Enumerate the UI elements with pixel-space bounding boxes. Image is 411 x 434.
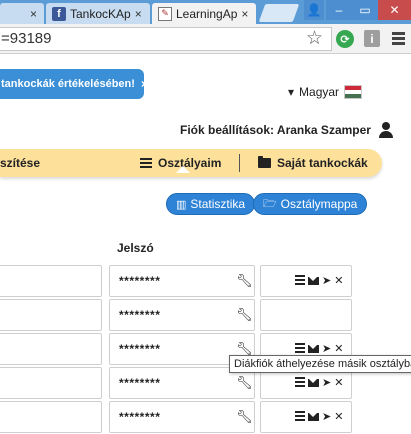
tab-partial[interactable]: ×: [0, 3, 44, 24]
folder-open-icon: 🗁: [263, 197, 277, 210]
profile-icon[interactable]: 👤: [304, 0, 324, 20]
mail-icon[interactable]: [308, 412, 319, 421]
password-cell: ******** 🔧︎: [109, 265, 255, 297]
page-content: tankockák értékelésében! × ▾ Magyar Fiók…: [0, 55, 411, 434]
list-icon: [140, 158, 152, 168]
move-account-tooltip: Diákfiók áthelyezése másik osztályba: [229, 355, 411, 373]
notice-banner: tankockák értékelésében! ×: [0, 69, 144, 99]
browser-window: × f TankocKAp × ✎ LearningAp × 👤 – ▭ ✕ =…: [0, 0, 411, 434]
document-icon: ✎: [158, 6, 172, 21]
tab-title: TankocKAp: [70, 6, 131, 21]
name-cell: [0, 367, 102, 399]
password-cell: ******** 🔧︎: [109, 299, 255, 331]
password-cell: ******** 🔧︎: [109, 401, 255, 433]
nav-divider: [239, 154, 240, 172]
folder-icon: [258, 156, 271, 168]
actions-cell: [260, 299, 352, 331]
delete-icon[interactable]: ✕: [334, 342, 343, 355]
language-label: Magyar: [299, 85, 340, 99]
tab-close-icon[interactable]: ×: [135, 7, 142, 21]
send-icon[interactable]: ➤: [322, 410, 331, 423]
tab-close-icon[interactable]: ×: [241, 7, 248, 21]
browser-menu-icon[interactable]: [392, 32, 405, 47]
notice-text: tankockák értékelésében!: [1, 78, 135, 90]
wrench-icon[interactable]: 🔧︎: [236, 273, 253, 289]
table-row: ******** 🔧︎ ➤ ✕: [0, 401, 411, 433]
statistics-button[interactable]: ▥ Statisztika: [166, 193, 256, 215]
chevron-down-icon: ▾: [288, 85, 295, 99]
hungarian-flag-icon: [344, 85, 363, 99]
table-row: ******** 🔧︎ ➤ ✕: [0, 265, 411, 297]
mail-icon[interactable]: [308, 276, 319, 285]
send-icon[interactable]: ➤: [322, 342, 331, 355]
tab-strip: × f TankocKAp × ✎ LearningAp × 👤 – ▭ ✕: [0, 0, 411, 24]
language-selector[interactable]: ▾ Magyar: [288, 85, 363, 99]
close-window-button[interactable]: ✕: [378, 0, 411, 20]
actions-cell: ➤ ✕: [260, 265, 352, 297]
password-value: ********: [119, 342, 161, 356]
bar-chart-icon: ▥: [176, 198, 187, 211]
password-value: ********: [119, 410, 161, 424]
password-value: ********: [119, 376, 161, 390]
list-icon[interactable]: [295, 342, 305, 355]
statistics-button-label: Statisztika: [190, 197, 246, 211]
name-cell: [0, 401, 102, 433]
nav-item-create[interactable]: szítése: [0, 149, 40, 177]
main-nav: szítése Osztályaim Saját tankockák: [0, 149, 382, 177]
user-icon: [378, 122, 393, 138]
name-cell: [0, 333, 102, 365]
class-folder-button-label: Osztálymappa: [280, 197, 358, 211]
bookmark-star-icon[interactable]: ☆: [306, 27, 323, 50]
active-nav-indicator: [176, 166, 190, 173]
facebook-icon: f: [52, 6, 66, 21]
name-cell: [0, 299, 102, 331]
notice-close-icon[interactable]: ×: [141, 77, 144, 91]
nav-item-label: Saját tankockák: [277, 156, 368, 170]
tab-close-icon[interactable]: ×: [30, 7, 37, 21]
mail-icon[interactable]: [308, 378, 319, 387]
tab-tankockak[interactable]: f TankocKAp ×: [46, 3, 150, 24]
password-column-header: Jelszó: [117, 241, 154, 255]
delete-icon[interactable]: ✕: [334, 274, 343, 287]
minimize-button[interactable]: –: [326, 0, 352, 20]
tab-learningapps[interactable]: ✎ LearningAp ×: [152, 3, 256, 24]
extension-info-icon[interactable]: i: [364, 30, 380, 47]
send-icon[interactable]: ➤: [322, 274, 331, 287]
wrench-icon[interactable]: 🔧︎: [236, 375, 253, 391]
new-tab-button[interactable]: [258, 4, 300, 22]
delete-icon[interactable]: ✕: [334, 376, 343, 389]
nav-item-my-apps[interactable]: Saját tankockák: [258, 149, 368, 177]
list-icon[interactable]: [295, 410, 305, 423]
list-icon[interactable]: [295, 274, 305, 287]
password-value: ********: [119, 308, 161, 322]
address-bar[interactable]: =93189: [0, 27, 332, 51]
wrench-icon[interactable]: 🔧︎: [236, 307, 253, 323]
tab-title: LearningAp: [176, 6, 238, 21]
account-settings[interactable]: Fiók beállítások: Aranka Szamper: [180, 122, 393, 138]
account-settings-label: Fiók beállítások: Aranka Szamper: [180, 123, 371, 137]
send-icon[interactable]: ➤: [322, 376, 331, 389]
maximize-button[interactable]: ▭: [352, 0, 378, 20]
list-icon[interactable]: [295, 376, 305, 389]
table-row: ******** 🔧︎: [0, 299, 411, 331]
password-value: ********: [119, 274, 161, 288]
wrench-icon[interactable]: 🔧︎: [236, 409, 253, 425]
class-folder-button[interactable]: 🗁 Osztálymappa: [253, 193, 368, 215]
delete-icon[interactable]: ✕: [334, 410, 343, 423]
nav-item-label: szítése: [0, 156, 41, 170]
actions-cell: ➤ ✕: [260, 401, 352, 433]
extension-green-icon[interactable]: ⟳: [336, 30, 354, 48]
browser-toolbar: =93189 ☆ ⟳ i: [0, 24, 411, 54]
mail-icon[interactable]: [308, 344, 319, 353]
name-cell: [0, 265, 102, 297]
